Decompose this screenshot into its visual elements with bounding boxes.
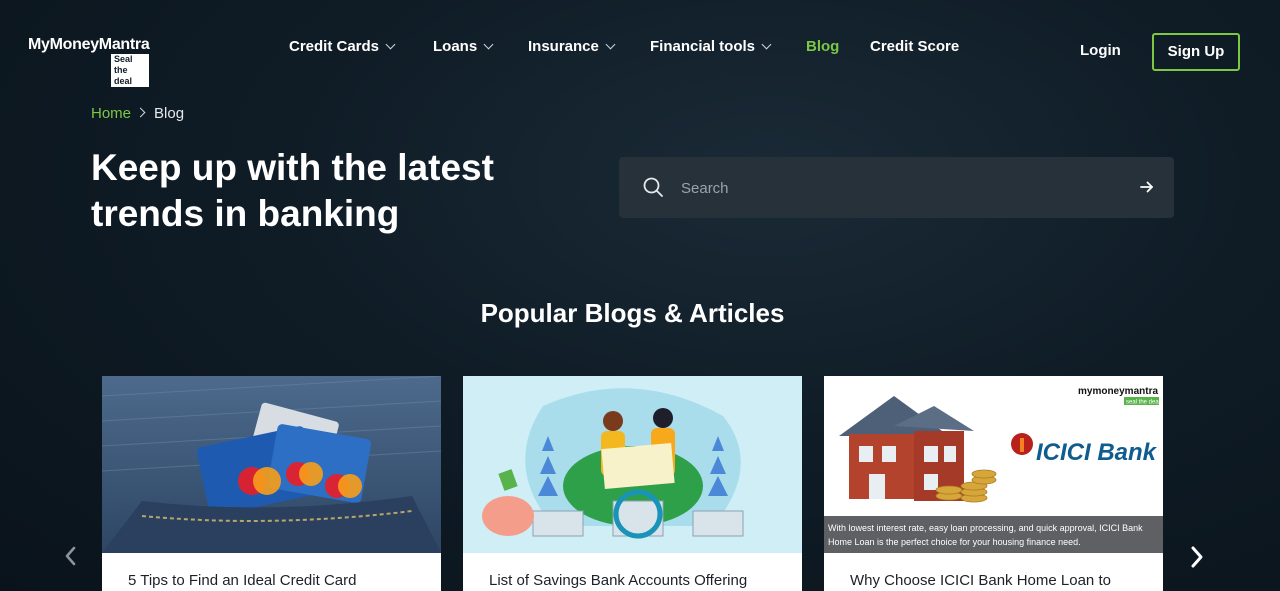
site-header: MyMoneyMantra Seal the deal Credit Cards… [0, 0, 1280, 100]
page-title-line-2: trends in banking [91, 193, 400, 234]
chevron-left-icon[interactable] [60, 542, 82, 570]
nav-label: Insurance [528, 38, 599, 55]
card-image-brand: mymoneymantra [1078, 386, 1158, 397]
card-image-logo-text: ICICI Bank [1036, 439, 1158, 466]
chevron-down-icon [605, 39, 616, 50]
login-link[interactable]: Login [1080, 42, 1121, 59]
nav-label: Credit Cards [289, 38, 380, 55]
nav-insurance[interactable]: Insurance [528, 38, 616, 55]
nav-loans[interactable]: Loans [433, 38, 494, 55]
card-image-brand-tag: seal the deal [1126, 400, 1160, 406]
search-bar [619, 157, 1174, 218]
chevron-down-icon [385, 39, 396, 50]
arrow-right-icon[interactable] [1137, 177, 1157, 197]
card-image-caption-line-1: With lowest interest rate, easy loan pro… [828, 523, 1143, 533]
section-title: Popular Blogs & Articles [480, 298, 785, 328]
chevron-down-icon [761, 39, 772, 50]
nav-label: Financial tools [650, 38, 756, 55]
blog-card[interactable]: mymoneymantra seal the deal ICICI Bank W… [824, 376, 1163, 591]
nav-label: Blog [806, 38, 840, 55]
page-title-line-1: Keep up with the latest [91, 147, 494, 188]
card-image-savings-accounts [463, 376, 802, 553]
breadcrumb-current: Blog [154, 105, 185, 122]
card-title: Why Choose ICICI Bank Home Loan to [850, 572, 1111, 589]
card-image-caption-line-2: Home Loan is the perfect choice for your… [828, 537, 1081, 547]
blog-card[interactable]: 5 Tips to Find an Ideal Credit Card [102, 376, 441, 591]
nav-label: Loans [433, 38, 478, 55]
site-logo[interactable]: MyMoneyMantra Seal the deal [28, 36, 150, 87]
chevron-right-icon[interactable] [1186, 542, 1208, 572]
nav-label: Credit Score [870, 38, 960, 55]
nav-credit-cards[interactable]: Credit Cards [289, 38, 396, 55]
page-title: Keep up with the latest trends in bankin… [91, 145, 571, 237]
nav-financial-tools[interactable]: Financial tools [650, 38, 772, 55]
search-input[interactable] [679, 173, 1103, 203]
chevron-right-icon [135, 107, 146, 118]
card-title: 5 Tips to Find an Ideal Credit Card [128, 572, 357, 589]
card-image-icici-home-loan: mymoneymantra seal the deal ICICI Bank W… [824, 376, 1163, 553]
card-image-credit-cards [102, 376, 441, 553]
logo-tagline: Seal the deal [111, 54, 150, 87]
logo-name: MyMoneyMantra [28, 36, 150, 53]
nav-blog[interactable]: Blog [806, 38, 839, 55]
nav-credit-score[interactable]: Credit Score [870, 38, 959, 55]
card-title: List of Savings Bank Accounts Offering [489, 572, 748, 589]
chevron-down-icon [483, 39, 494, 50]
search-icon [643, 177, 663, 197]
breadcrumb-home[interactable]: Home [91, 105, 131, 122]
blog-card[interactable]: List of Savings Bank Accounts Offering [463, 376, 802, 591]
signup-button[interactable]: Sign Up [1152, 33, 1240, 71]
breadcrumb: Home Blog [91, 105, 184, 122]
